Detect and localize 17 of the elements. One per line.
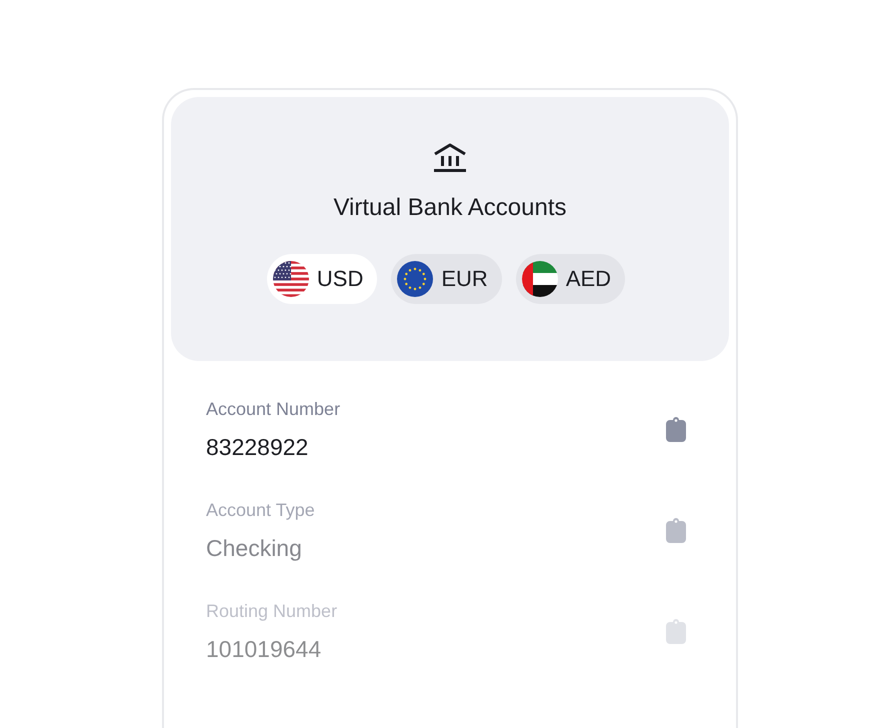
field-value: Checking bbox=[206, 534, 303, 562]
field-label: Account Number bbox=[206, 398, 340, 420]
clipboard-icon[interactable] bbox=[665, 416, 687, 443]
clipboard-icon[interactable] bbox=[665, 618, 687, 645]
field-value: 101019644 bbox=[206, 636, 322, 662]
flag-icon bbox=[522, 261, 558, 297]
currency-tab[interactable]: AED bbox=[516, 254, 626, 304]
field-label: Routing Number bbox=[206, 600, 338, 622]
flag-icon bbox=[397, 261, 434, 297]
bank-icon bbox=[432, 142, 468, 174]
clipboard-icon[interactable] bbox=[665, 517, 687, 544]
field-value: 83228922 bbox=[206, 434, 310, 460]
flag-icon bbox=[272, 261, 309, 297]
currency-tab[interactable]: USD bbox=[266, 254, 378, 304]
field-label: Account Type bbox=[206, 500, 315, 520]
currency-tab[interactable]: EUR bbox=[391, 254, 502, 304]
card-title: Virtual Bank Accounts bbox=[333, 194, 567, 222]
